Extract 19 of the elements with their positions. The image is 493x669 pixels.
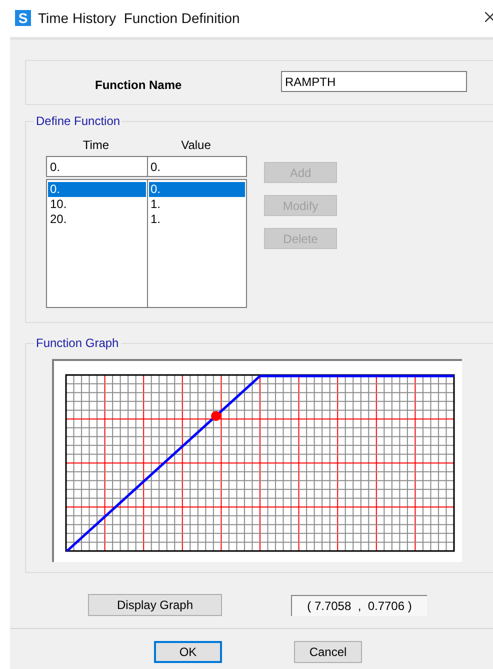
list-item[interactable]: 0. <box>48 182 146 197</box>
list-item[interactable]: 0. <box>148 182 245 197</box>
coordinate-readout: ( 7.7058 , 0.7706 ) <box>291 595 427 616</box>
display-graph-button[interactable]: Display Graph <box>88 594 222 616</box>
list-item[interactable]: 1. <box>148 212 245 227</box>
window-title: Time History Function Definition <box>38 10 240 26</box>
group-title: Define Function <box>34 114 122 128</box>
function-name-field[interactable]: RAMPTH <box>281 71 467 92</box>
group-title: Function Graph <box>34 336 121 350</box>
column-header: Time <box>82 138 110 152</box>
close-icon[interactable] <box>485 12 493 22</box>
field-label: Function Name <box>95 78 183 92</box>
app-icon: S <box>15 10 31 26</box>
list-item[interactable]: 1. <box>148 197 245 212</box>
column-header: Value <box>180 138 212 152</box>
list-item[interactable]: 10. <box>48 197 146 212</box>
list-item[interactable]: 20. <box>48 212 146 227</box>
dialog-button[interactable]: OK <box>154 641 222 663</box>
dialog-button[interactable]: Cancel <box>294 641 362 663</box>
